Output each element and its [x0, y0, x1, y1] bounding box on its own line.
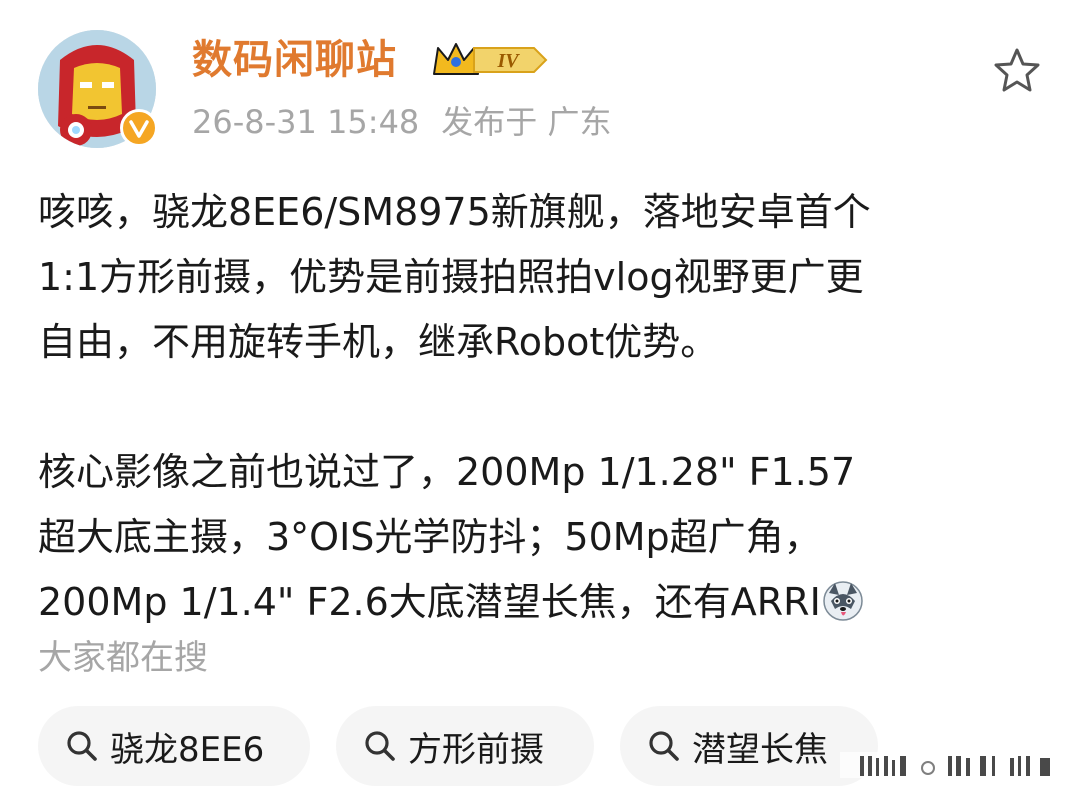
search-chip[interactable]: 方形前摄	[336, 706, 594, 786]
search-chip-label: 潜望长焦	[692, 729, 828, 770]
verified-badge-icon	[120, 109, 158, 147]
search-heading: 大家都在搜	[38, 638, 208, 678]
husky-emoji	[823, 576, 863, 621]
post-line: 200Mp 1/1.4" F2.6大底潜望长焦，还有ARRI	[38, 580, 821, 624]
search-icon	[365, 731, 395, 761]
search-chip-label: 骁龙8EE6	[110, 729, 265, 770]
post-time: 26-8-31 15:48	[192, 103, 420, 141]
star-outline-icon	[994, 48, 1040, 92]
search-icon	[67, 731, 97, 761]
search-chip[interactable]: 骁龙8EE6	[38, 706, 310, 786]
post-line: 核心影像之前也说过了，200Mp 1/1.28" F1.57	[38, 450, 856, 494]
post-location: 发布于 广东	[441, 103, 612, 141]
post-line: 咳咳，骁龙8EE6/SM8975新旗舰，落地安卓首个	[38, 190, 871, 234]
post-line: 自由，不用旋转手机，继承Robot优势。	[38, 320, 719, 364]
author-name[interactable]: 数码闲聊站	[192, 36, 397, 84]
post-body: 咳咳，骁龙8EE6/SM8975新旗舰，落地安卓首个 1:1方形前摄，优势是前摄…	[38, 180, 1048, 635]
search-icon	[649, 731, 679, 761]
post-line: 1:1方形前摄，优势是前摄拍照拍vlog视野更广更	[38, 255, 864, 299]
level-badge-text: IV	[496, 50, 520, 72]
search-chip-label: 方形前摄	[408, 729, 544, 770]
level-badge: IV	[430, 38, 550, 82]
watermark	[840, 748, 1066, 782]
post-line: 超大底主摄，3°OIS光学防抖；50Mp超广角，	[38, 515, 822, 559]
star-button[interactable]	[990, 44, 1044, 98]
post-line-last: 200Mp 1/1.4" F2.6大底潜望长焦，还有ARRI	[38, 570, 1048, 635]
post-meta: 26-8-31 15:48 发布于 广东	[192, 102, 611, 142]
